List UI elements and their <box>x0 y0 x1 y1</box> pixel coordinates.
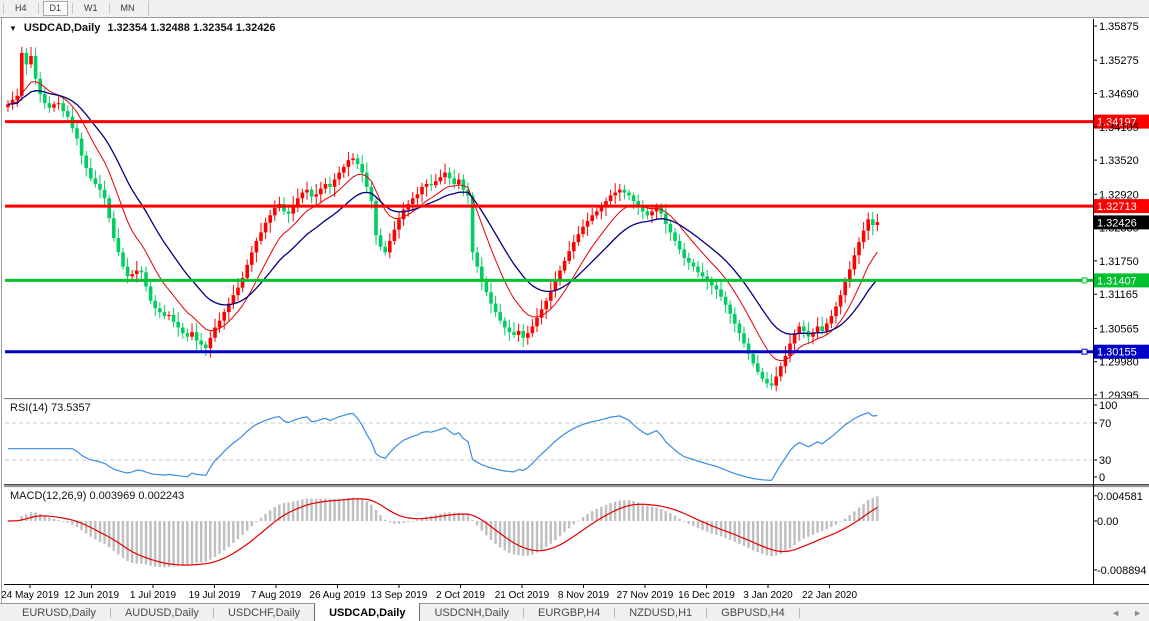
svg-text:27 Nov 2019: 27 Nov 2019 <box>617 590 674 601</box>
toolbar-divider <box>3 3 4 14</box>
svg-text:21 Oct 2019: 21 Oct 2019 <box>495 590 550 601</box>
chart-symbol-title: USDCAD,Daily <box>24 22 100 34</box>
tab-eurusd-daily[interactable]: EURUSD,Daily <box>8 604 110 621</box>
tab-scroll-nav: ◄ ► <box>1111 604 1142 621</box>
svg-text:70: 70 <box>1099 418 1111 430</box>
toolbar-divider <box>72 3 73 14</box>
tab-eurgbp-h4[interactable]: EURGBP,H4 <box>524 604 614 621</box>
macd-indicator-label: MACD(12,26,9) 0.003969 0.002243 <box>10 490 184 502</box>
tab-usdcnh-daily[interactable]: USDCNH,Daily <box>420 604 523 621</box>
collapse-chart-icon[interactable]: ▼ <box>9 24 17 33</box>
svg-text:3 Jan 2020: 3 Jan 2020 <box>743 590 793 601</box>
trading-terminal-window: H4 D1 W1 MN 1.341971.327131.314071.30155… <box>0 0 1149 621</box>
timeframe-button-w1[interactable]: W1 <box>77 1 105 16</box>
toolbar-divider <box>148 1 149 16</box>
svg-text:1.34105: 1.34105 <box>1099 122 1139 134</box>
svg-text:1.31165: 1.31165 <box>1099 289 1138 301</box>
svg-text:13 Sep 2019: 13 Sep 2019 <box>371 590 428 601</box>
timeframe-button-h4[interactable]: H4 <box>8 1 34 16</box>
svg-text:26 Aug 2019: 26 Aug 2019 <box>309 590 366 601</box>
svg-text:30: 30 <box>1099 455 1111 467</box>
rsi-indicator-label: RSI(14) 73.5357 <box>10 402 91 414</box>
svg-text:1.32713: 1.32713 <box>1097 201 1137 213</box>
svg-text:8 Nov 2019: 8 Nov 2019 <box>558 590 610 601</box>
svg-text:1.31407: 1.31407 <box>1097 275 1137 287</box>
price-chart-svg: 1.341971.327131.314071.301551.358751.352… <box>0 0 1149 621</box>
svg-text:1.31750: 1.31750 <box>1099 256 1139 268</box>
symbol-tab-bar: EURUSD,Daily AUDUSD,Daily USDCHF,Daily U… <box>0 603 1149 621</box>
svg-text:19 Jul 2019: 19 Jul 2019 <box>189 590 241 601</box>
tab-usdchf-daily[interactable]: USDCHF,Daily <box>214 604 314 621</box>
svg-text:16 Dec 2019: 16 Dec 2019 <box>678 590 735 601</box>
tab-usdcad-daily[interactable]: USDCAD,Daily <box>314 603 420 621</box>
svg-text:0: 0 <box>1099 472 1105 484</box>
chart-canvas[interactable]: 1.341971.327131.314071.301551.358751.352… <box>0 0 1149 621</box>
toolbar-divider <box>38 3 39 14</box>
svg-text:0.00: 0.00 <box>1097 516 1118 528</box>
svg-text:24 May 2019: 24 May 2019 <box>1 590 59 601</box>
svg-text:0.004581: 0.004581 <box>1097 491 1143 503</box>
toolbar-divider <box>109 3 110 14</box>
svg-text:1.35875: 1.35875 <box>1099 21 1139 33</box>
svg-text:1.32426: 1.32426 <box>1097 217 1137 229</box>
svg-text:1.33520: 1.33520 <box>1099 155 1139 167</box>
tabbar-spacer <box>0 604 8 621</box>
chart-ohlc-values: 1.32354 1.32488 1.32354 1.32426 <box>107 22 275 34</box>
svg-text:1.30565: 1.30565 <box>1099 323 1139 335</box>
svg-text:2 Oct 2019: 2 Oct 2019 <box>436 590 485 601</box>
timeframe-button-mn[interactable]: MN <box>114 1 142 16</box>
svg-text:1.29980: 1.29980 <box>1099 357 1139 369</box>
tab-nzdusd-h1[interactable]: NZDUSD,H1 <box>615 604 706 621</box>
svg-text:100: 100 <box>1099 400 1117 412</box>
chart-header: ▼ USDCAD,Daily 1.32354 1.32488 1.32354 1… <box>9 22 276 34</box>
tab-audusd-daily[interactable]: AUDUSD,Daily <box>111 604 213 621</box>
timeframe-toolbar: H4 D1 W1 MN <box>0 0 1149 17</box>
tab-divider <box>799 608 800 618</box>
svg-text:1 Jul 2019: 1 Jul 2019 <box>130 590 177 601</box>
svg-text:1.32920: 1.32920 <box>1099 189 1139 201</box>
tab-gbpusd-h4[interactable]: GBPUSD,H4 <box>707 604 799 621</box>
tab-scroll-right-icon[interactable]: ► <box>1133 608 1142 618</box>
timeframe-button-d1[interactable]: D1 <box>43 1 69 16</box>
svg-text:12 Jun 2019: 12 Jun 2019 <box>64 590 119 601</box>
svg-text:1.34690: 1.34690 <box>1099 89 1139 101</box>
svg-text:22 Jan 2020: 22 Jan 2020 <box>802 590 857 601</box>
tab-scroll-left-icon[interactable]: ◄ <box>1111 608 1120 618</box>
svg-text:1.35275: 1.35275 <box>1099 55 1139 67</box>
svg-text:-0.008894: -0.008894 <box>1097 565 1147 577</box>
svg-text:7 Aug 2019: 7 Aug 2019 <box>251 590 302 601</box>
